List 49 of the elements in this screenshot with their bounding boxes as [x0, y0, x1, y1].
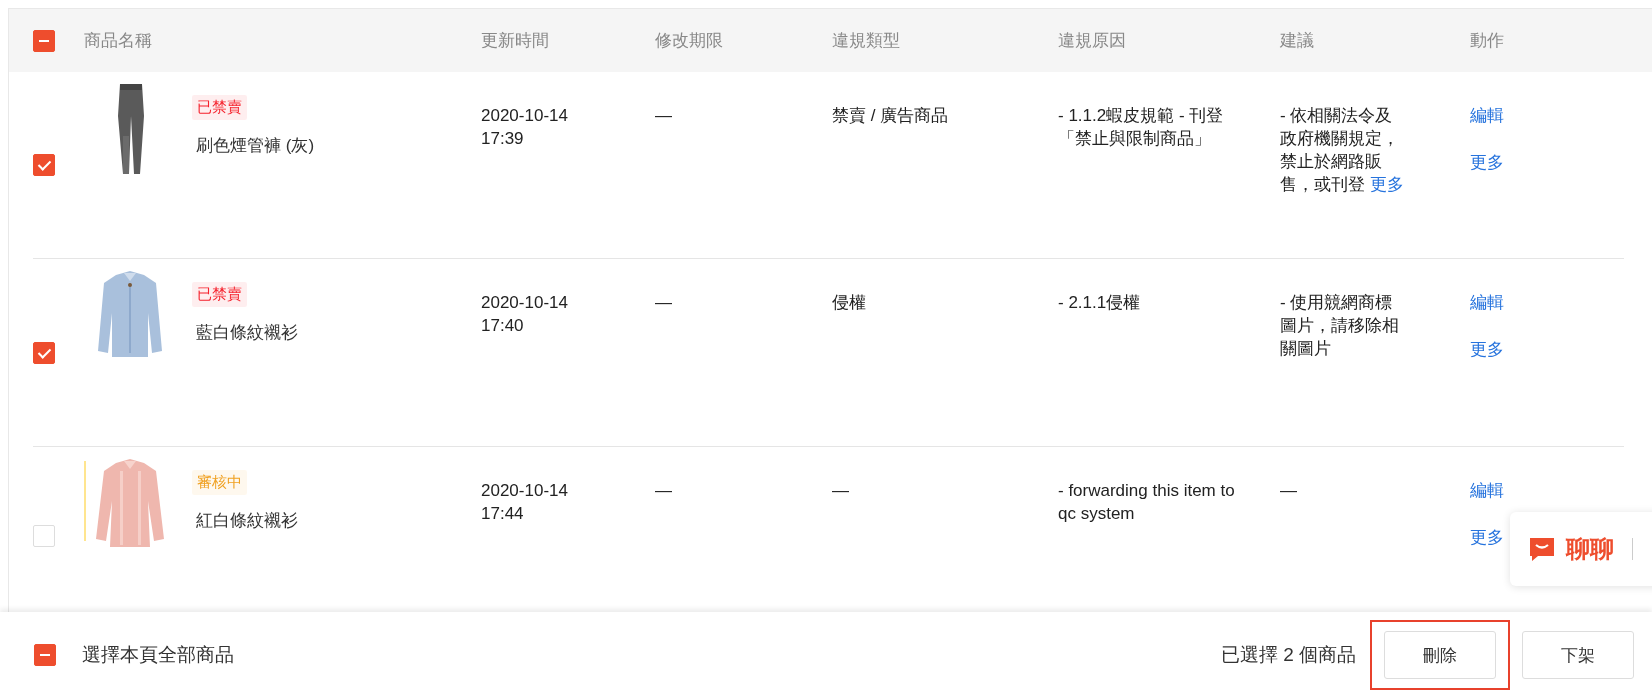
violation-reason: - 1.1.2蝦皮規範 - 刊登「禁止與限制商品」 [1058, 105, 1225, 150]
column-header: 違規類型 [832, 30, 900, 52]
row-checkbox[interactable] [33, 341, 55, 364]
selected-count: 已選擇 2 個商品 [1220, 643, 1356, 667]
column-header: 更新時間 [481, 30, 549, 52]
deadline-text: — [655, 105, 672, 127]
edit-link[interactable]: 編輯 [1470, 479, 1504, 502]
suggestion-text: - 依相關法令及政府機關規定，禁止於網路販售，或刊登 更多 [1280, 105, 1405, 196]
select-all-checkbox[interactable] [33, 29, 55, 52]
update-time: 17:39 [481, 128, 525, 150]
violation-reason: - forwarding this item to qc system [1058, 480, 1236, 525]
product-name: 紅白條紋襯衫 [195, 510, 298, 532]
violation-type: 禁賣 / 廣告商品 [832, 105, 949, 127]
select-all-label: 選擇本頁全部商品 [82, 643, 234, 667]
status-tag: 審核中 [192, 470, 247, 495]
chat-icon [1528, 536, 1556, 562]
status-tag: 已禁賣 [192, 282, 247, 307]
more-link[interactable]: 更多 [1470, 526, 1504, 549]
edit-link[interactable]: 編輯 [1470, 291, 1504, 314]
product-name: 藍白條紋襯衫 [195, 322, 298, 344]
column-header: 建議 [1280, 30, 1314, 52]
column-header: 動作 [1470, 30, 1504, 52]
suggestion-text: — [1280, 480, 1297, 502]
suggestion-text: - 使用競網商標圖片，請移除相關圖片 [1280, 292, 1400, 360]
column-header: 修改期限 [655, 30, 723, 52]
chat-widget[interactable]: 聊聊 [1510, 512, 1652, 586]
more-link[interactable]: 更多 [1470, 151, 1504, 174]
status-tag: 已禁賣 [192, 95, 247, 120]
product-name: 刷色煙管褲 (灰) [195, 135, 315, 157]
violation-type: — [832, 480, 849, 502]
select-all-checkbox[interactable] [34, 644, 56, 666]
update-time: 2020-10-14 [481, 480, 569, 502]
update-time: 17:44 [481, 503, 525, 525]
column-header: 違規原因 [1058, 30, 1126, 52]
update-time: 2020-10-14 [481, 105, 569, 127]
violation-reason: - 2.1.1侵權 [1058, 292, 1141, 314]
update-time: 2020-10-14 [481, 292, 569, 314]
edit-link[interactable]: 編輯 [1470, 104, 1504, 127]
update-time: 17:40 [481, 315, 525, 337]
violation-type: 侵權 [832, 292, 866, 314]
delete-button[interactable]: 刪除 [1384, 631, 1496, 679]
row-checkbox[interactable] [33, 154, 55, 176]
column-header: 商品名稱 [84, 30, 152, 52]
delist-button[interactable]: 下架 [1522, 631, 1634, 679]
chat-label: 聊聊 [1566, 534, 1614, 564]
deadline-text: — [655, 480, 672, 502]
more-link[interactable]: 更多 [1369, 175, 1404, 194]
more-link[interactable]: 更多 [1470, 338, 1504, 361]
deadline-text: — [655, 292, 672, 314]
